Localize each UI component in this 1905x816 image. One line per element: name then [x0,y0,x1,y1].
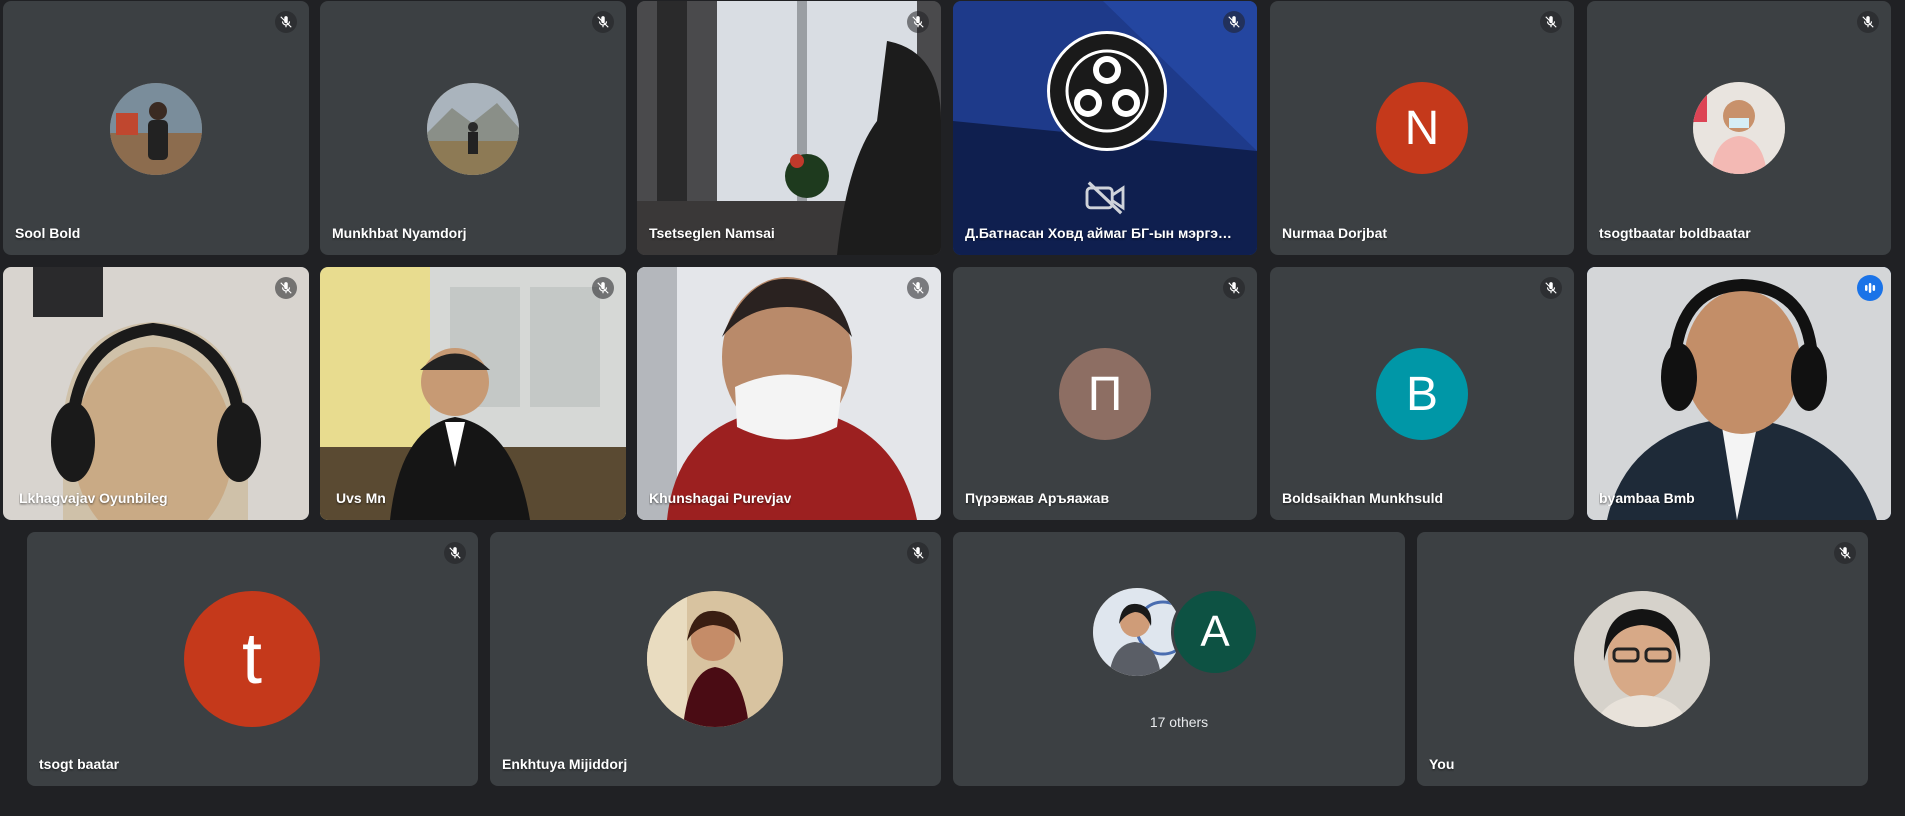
participant-name: Tsetseglen Namsai [649,225,775,241]
participant-tile-nurmaa[interactable]: N Nurmaa Dorjbat [1270,1,1574,255]
others-tile[interactable]: A 17 others [953,532,1405,786]
participant-tile-enkhtuya[interactable]: Enkhtuya Mijiddorj [490,532,941,786]
avatar [1093,588,1181,676]
mic-muted-icon [907,11,929,33]
mic-muted-icon [1540,277,1562,299]
participant-name: Boldsaikhan Munkhsuld [1282,490,1444,506]
participant-name: Khunshagai Purevjav [649,490,792,506]
participant-name: Lkhagvajav Oyunbileg [19,490,168,506]
avatar [1693,82,1785,174]
participant-name: Sool Bold [15,225,81,241]
avatar-initial: A [1200,607,1230,656]
mic-muted-icon [907,277,929,299]
mic-muted-icon [1857,11,1879,33]
avatar-initial: B [1405,367,1438,421]
mic-muted-icon [1223,11,1245,33]
avatar: B [1376,348,1468,440]
avatar: t [184,591,320,727]
mic-muted-icon [444,542,466,564]
mic-muted-icon [1540,11,1562,33]
participant-tile-you[interactable]: You [1417,532,1868,786]
avatar-initial: П [1087,367,1123,421]
mic-muted-icon [592,11,614,33]
participant-name: Д.Батнасан Ховд аймаг БГ-ын мэргэж... [965,225,1233,241]
avatar: A [1171,588,1259,676]
video-feed [3,267,309,520]
avatar [1574,591,1710,727]
participant-name: tsogt baatar [39,756,120,772]
avatar [427,83,519,175]
participant-name: tsogtbaatar boldbaatar [1599,225,1751,241]
others-count: 17 others [1149,714,1209,730]
participant-tile-batnasan[interactable]: Д.Батнасан Ховд аймаг БГ-ын мэргэж... [953,1,1257,255]
mic-muted-icon [1834,542,1856,564]
participant-name: Uvs Mn [336,490,386,506]
participant-tile-lkhagvajav[interactable]: Lkhagvajav Oyunbileg [3,267,309,520]
participant-tile-tsogtbaatar-boldbaatar[interactable]: tsogtbaatar boldbaatar [1587,1,1891,255]
participant-name: byambaa Bmb [1599,490,1695,506]
speaking-indicator-icon [1857,275,1883,301]
avatar [647,591,783,727]
participant-name: Munkhbat Nyamdorj [332,225,467,241]
mic-muted-icon [592,277,614,299]
participant-tile-munkhbat[interactable]: Munkhbat Nyamdorj [320,1,626,255]
participant-tile-khunshagai[interactable]: Khunshagai Purevjav [637,267,941,520]
participant-name: Enkhtuya Mijiddorj [502,756,628,772]
participant-name: Nurmaa Dorjbat [1282,225,1388,241]
participant-tile-uvs[interactable]: Uvs Mn [320,267,626,520]
obs-logo-icon [1047,31,1167,151]
participant-name: You [1429,756,1455,772]
participant-tile-boldsaikhan[interactable]: B Boldsaikhan Munkhsuld [1270,267,1574,520]
video-feed [320,267,626,520]
participant-name: Пүрэвжав Аръяажав [965,490,1110,506]
participant-tile-purevjav[interactable]: П Пүрэвжав Аръяажав [953,267,1257,520]
avatar-initial: t [241,619,262,699]
avatar-initial: N [1404,101,1440,155]
video-feed [637,1,941,255]
mic-muted-icon [1223,277,1245,299]
participant-tile-tsogt-baatar[interactable]: t tsogt baatar [27,532,478,786]
video-feed [637,267,941,520]
participant-tile-sool-bold[interactable]: Sool Bold [3,1,309,255]
participant-tile-tsetseglen[interactable]: Tsetseglen Namsai [637,1,941,255]
video-feed [1587,267,1891,520]
participant-tile-byambaa[interactable]: byambaa Bmb [1587,267,1891,520]
mic-muted-icon [907,542,929,564]
avatar: П [1059,348,1151,440]
mic-muted-icon [275,277,297,299]
camera-off-icon [1083,179,1127,220]
avatar: N [1376,82,1468,174]
mic-muted-icon [275,11,297,33]
avatar [110,83,202,175]
